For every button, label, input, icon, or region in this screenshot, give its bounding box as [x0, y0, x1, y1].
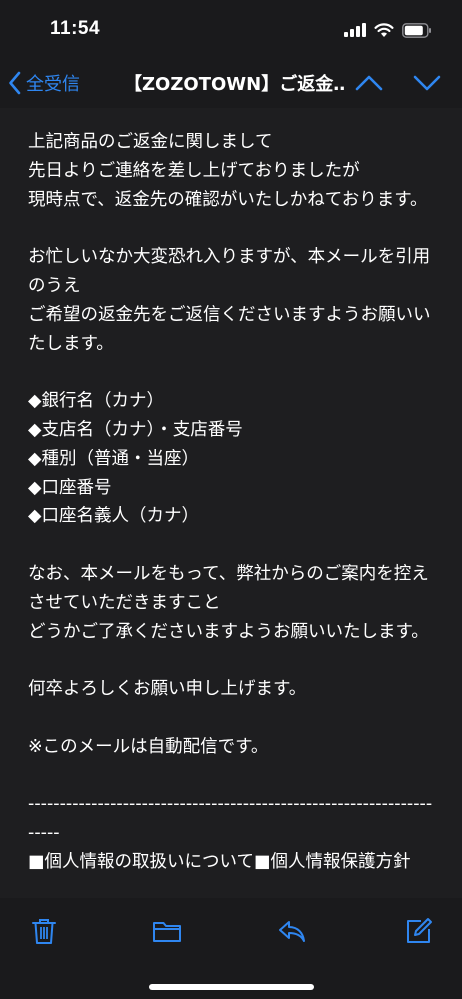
email-body-text: 上記商品のご返金に関しまして 先日よりご連絡を差し上げておりましたが 現時点で、…	[28, 132, 433, 872]
compose-button[interactable]	[404, 916, 434, 946]
email-subject-title: 【ZOZOTOWN】ご返金…	[124, 74, 344, 95]
move-to-folder-button[interactable]	[152, 916, 182, 946]
chevron-left-icon	[9, 71, 21, 95]
delete-button[interactable]	[29, 916, 59, 946]
chevron-down-icon	[413, 75, 441, 91]
compose-icon	[407, 918, 432, 943]
battery-icon	[402, 22, 432, 38]
trash-icon	[32, 919, 56, 944]
reply-button[interactable]	[277, 916, 307, 946]
email-body-scroll[interactable]: 上記商品のご返金に関しまして 先日よりご連絡を差し上げておりましたが 現時点で、…	[0, 108, 462, 898]
status-time: 11:54	[50, 18, 101, 39]
status-icons	[344, 20, 432, 40]
cellular-signal-icon	[344, 23, 366, 37]
status-bar: 11:54	[0, 0, 462, 58]
folder-icon	[153, 922, 181, 942]
wifi-icon	[374, 22, 394, 38]
previous-message-button[interactable]	[354, 70, 384, 96]
back-label: 全受信	[26, 74, 80, 95]
next-message-button[interactable]	[412, 70, 442, 96]
home-indicator[interactable]	[149, 984, 314, 990]
nav-bar: 全受信 【ZOZOTOWN】ご返金…	[0, 58, 462, 108]
reply-icon	[279, 921, 305, 942]
back-button[interactable]: 全受信	[8, 68, 80, 98]
chevron-up-icon	[355, 75, 383, 91]
